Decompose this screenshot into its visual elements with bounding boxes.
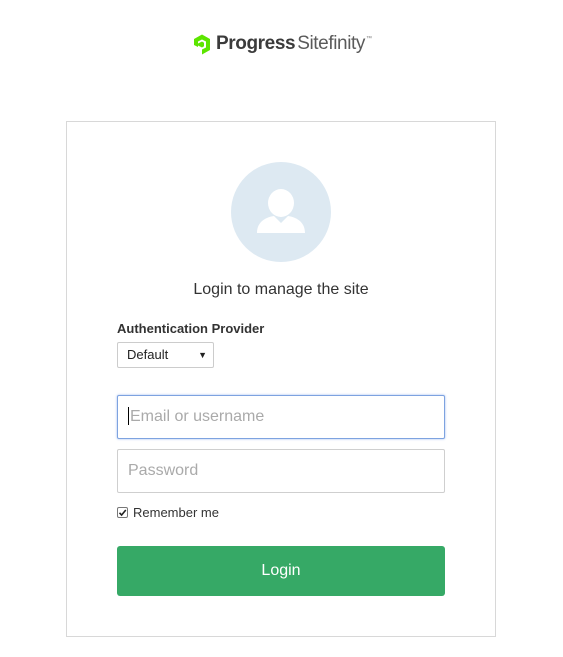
password-placeholder: Password <box>128 462 199 479</box>
remember-me[interactable]: Remember me <box>117 505 219 520</box>
progress-logo-icon <box>194 34 210 54</box>
user-avatar-icon <box>231 162 331 262</box>
login-card: Login to manage the site Authentication … <box>66 121 496 637</box>
checkmark-icon <box>118 509 127 517</box>
email-placeholder: Email or username <box>130 408 265 425</box>
text-cursor <box>128 406 129 425</box>
remember-checkbox[interactable] <box>117 507 128 518</box>
brand-logo: Progress Sitefinity ™ <box>191 31 372 57</box>
auth-provider-value: Default <box>127 347 169 362</box>
password-input[interactable]: Password <box>117 449 445 493</box>
brand-company: Progress <box>216 33 296 54</box>
auth-provider-label: Authentication Provider <box>117 321 265 336</box>
brand-trademark: ™ <box>366 36 372 42</box>
brand-product: Sitefinity <box>297 33 365 54</box>
login-button[interactable]: Login <box>117 546 445 596</box>
remember-label: Remember me <box>133 505 219 520</box>
auth-provider-select[interactable]: Default ▼ <box>117 342 214 368</box>
email-input[interactable]: Email or username <box>117 395 445 439</box>
chevron-down-icon: ▼ <box>198 350 207 360</box>
page-title: Login to manage the site <box>193 281 369 298</box>
